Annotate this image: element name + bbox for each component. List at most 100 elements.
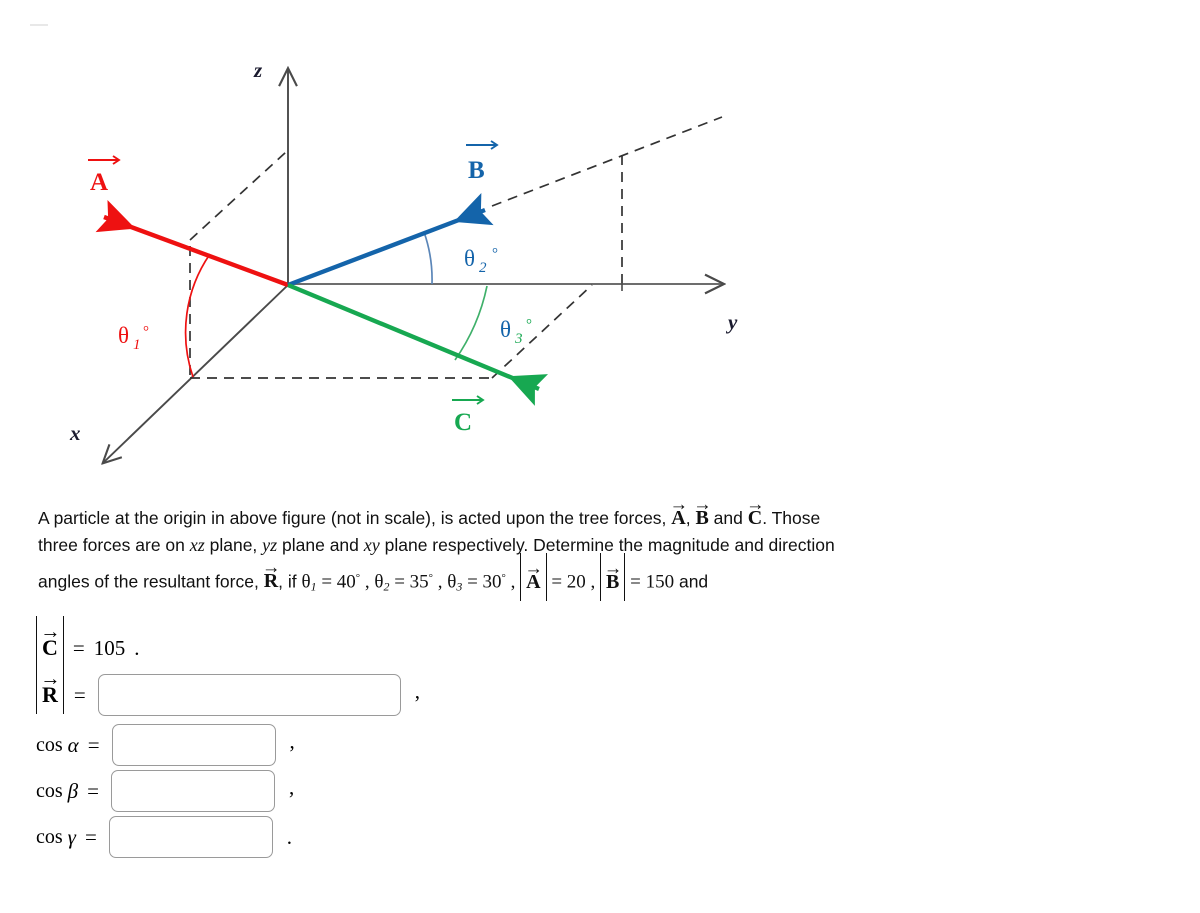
statement-text-3b: , if [278,571,302,592]
cos-beta-row: cos β = , [36,768,636,814]
cos-beta-label: cos β = [36,779,99,804]
theta3-value: 30 [482,571,502,593]
eq-sign-2: = [389,571,410,593]
magnitude-r-equals: = [73,682,86,707]
cos-alpha-input[interactable] [111,724,276,766]
dashed-construction-lines [189,116,723,379]
cos-beta-cos: cos [36,779,63,802]
y-axis-label: y [725,310,738,334]
svg-text:θ: θ [500,317,511,342]
inline-vector-r-mag: → R [40,667,60,707]
comma-1: , [360,571,375,593]
comma-4: , [585,571,601,593]
vector-diagram: z y x A B C θ 1 ° θ 2 ° θ 3 ° [0,0,1200,490]
axis-lines [104,70,722,462]
cos-alpha-terminator: , [289,728,295,753]
inline-vector-b-mag: → B [603,557,622,594]
svg-text:1: 1 [133,337,141,353]
statement-line-3: angles of the resultant force, → R, if θ 1… [38,552,1118,602]
cos-beta-equals: = [87,778,99,803]
statement-text-2a: three forces are on [38,535,190,555]
cos-alpha-row: cos α = , [36,722,636,768]
magnitude-r-bars: → R [36,662,64,714]
svg-text:°: ° [143,324,149,340]
magnitude-a-bars: → A [520,552,548,602]
cos-gamma-terminator: . [286,824,293,849]
eq-sign-1: = [316,571,337,593]
x-axis-line [104,284,289,462]
magnitude-c-equals: = [72,635,85,660]
svg-text:A: A [90,169,108,196]
statement-text-2c: plane and [277,535,364,555]
statement-line-1: A particle at the origin in above figure… [38,493,1118,532]
inline-vector-b: → B [693,493,711,529]
plane-yz: yz [262,535,278,555]
inline-vector-r: → R [262,557,280,593]
inline-vector-a: → A [669,493,688,529]
magnitude-c-terminator: . [134,635,140,660]
magnitude-b-bars: → B [600,552,626,602]
magnitude-r-label: → R = [36,662,86,714]
magnitude-r-input[interactable] [97,674,401,716]
svg-text:θ: θ [118,323,129,348]
cos-gamma-row: cos γ = . [36,814,636,860]
theta-1-label: θ 1 ° [118,323,149,353]
magnitude-c-value: 105 [93,635,126,660]
overarrow-icon: → [262,557,280,578]
cos-gamma-cos: cos [36,825,63,848]
inline-vector-c-mag: → C [40,620,60,660]
plane-xy: xy [363,535,380,555]
magnitude-r-terminator: , [414,678,420,703]
svg-text:°: ° [526,317,532,333]
inline-vector-a-mag: → A [524,557,543,594]
svg-text:3: 3 [514,331,523,347]
cos-beta-greek: β [67,778,79,803]
statement-text-2b: plane, [204,535,263,555]
svg-text:B: B [468,157,485,184]
comma-3: , [505,571,521,593]
statement-text-2d: plane respectively. Determine the magnit… [379,535,835,555]
cos-gamma-equals: = [84,824,97,849]
magnitude-r-row: → R = , [36,662,636,722]
dash-a-to-z [189,151,287,241]
magnitude-c-label: → C = 105. [36,615,140,667]
vector-b-line [287,193,494,288]
cos-gamma-label: cos γ = [36,825,97,850]
cos-alpha-label: cos α = [36,733,100,758]
statement-text-3c: and [674,571,709,592]
overarrow-icon: → [746,493,764,514]
vector-a-label: A [88,155,121,196]
cos-gamma-input[interactable] [108,816,273,858]
theta-3-arc [454,285,488,361]
comma-2: , [433,571,448,593]
magnitude-b-value: 150 [645,571,675,593]
dash-b-extension [491,116,723,207]
cos-beta-terminator: , [288,774,295,799]
theta-3-label: θ 3 ° [500,317,532,347]
svg-text:θ: θ [464,246,475,271]
eq-sign-3: = [462,571,483,593]
eq-sign-a: = [546,571,567,593]
theta1-symbol: θ [301,571,311,593]
magnitude-a-value: 20 [566,571,586,593]
cos-gamma-greek: γ [67,824,76,849]
magnitude-c-row: → C = 105. [36,615,636,668]
magnitude-c-bars: → C [36,615,64,667]
theta2-value: 35 [409,571,429,593]
statement-text-1c: and [708,508,748,528]
svg-text:C: C [454,409,472,436]
cos-alpha-equals: = [87,732,100,757]
cos-alpha-greek: α [67,732,79,757]
vector-a-line [95,199,289,288]
theta3-symbol: θ [447,571,457,593]
overarrow-icon: → [524,557,543,578]
overarrow-icon: → [40,620,60,643]
cos-alpha-cos: cos [36,733,63,756]
eq-sign-b: = [625,571,646,593]
theta-2-arc [423,231,433,285]
overarrow-icon: → [693,493,711,514]
overarrow-icon: → [669,493,688,514]
cos-beta-input[interactable] [110,770,275,812]
statement-text-1a: A particle at the origin in above figure… [38,508,672,528]
problem-statement: A particle at the origin in above figure… [38,493,1118,602]
